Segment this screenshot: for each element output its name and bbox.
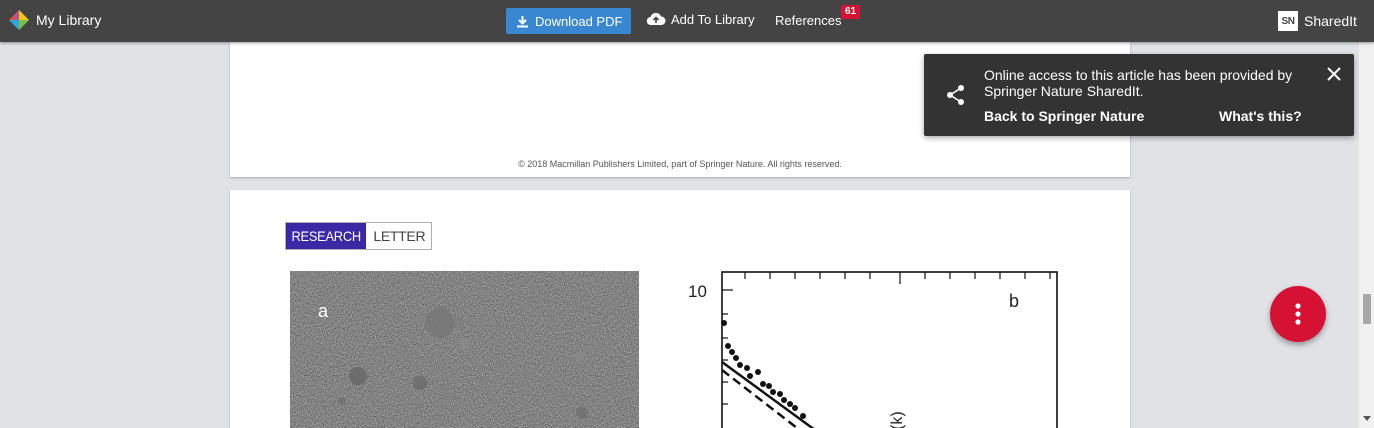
sharedit-brand[interactable]: SN SharedIt	[1278, 11, 1357, 31]
whats-this-link[interactable]: What's this?	[1219, 108, 1302, 124]
article-type-tag: RESEARCH LETTER	[285, 222, 433, 250]
y-tick-10: 10	[688, 282, 707, 301]
add-to-library-button[interactable]: Add To Library	[646, 12, 755, 27]
references-button[interactable]: References	[775, 13, 841, 28]
panel-a-label: a	[318, 301, 329, 321]
pdf-page-current: RESEARCH LETTER a 10 b (k)	[230, 190, 1130, 428]
figure-panel-b: 10 b (k)	[688, 271, 1058, 428]
notification-message: Online access to this article has been p…	[984, 67, 1293, 99]
panel-b-label: b	[1009, 291, 1019, 311]
noise-image	[290, 271, 639, 428]
download-pdf-button[interactable]: Download PDF	[506, 8, 631, 34]
scroll-down-arrow[interactable]	[1363, 416, 1371, 421]
more-actions-button[interactable]	[1270, 286, 1326, 342]
y-axis-label-fragment: (k)	[889, 411, 906, 428]
sn-logo-icon: SN	[1278, 11, 1298, 31]
letter-tag: LETTER	[373, 228, 426, 244]
references-count-badge: 61	[841, 5, 861, 19]
sharedit-label: SharedIt	[1304, 13, 1357, 29]
back-to-springer-link[interactable]: Back to Springer Nature	[984, 108, 1144, 124]
share-icon	[947, 85, 964, 105]
vertical-scrollbar[interactable]	[1358, 42, 1374, 428]
more-vert-icon	[1295, 303, 1301, 325]
top-bar: My Library Download PDF Add To Library R…	[0, 0, 1374, 42]
research-tag: RESEARCH	[286, 223, 367, 249]
library-logo-icon[interactable]	[8, 9, 30, 31]
scrollbar-thumb[interactable]	[1363, 294, 1371, 324]
download-icon	[517, 15, 528, 27]
figure-panel-a: a	[290, 271, 639, 428]
app-title[interactable]: My Library	[36, 12, 101, 28]
page-copyright: © 2018 Macmillan Publishers Limited, par…	[518, 159, 842, 169]
close-icon[interactable]	[1326, 66, 1342, 82]
add-to-library-label: Add To Library	[671, 12, 755, 27]
cloud-upload-icon	[646, 12, 666, 25]
download-pdf-label: Download PDF	[535, 13, 623, 29]
sharedit-notification: Online access to this article has been p…	[924, 54, 1354, 136]
